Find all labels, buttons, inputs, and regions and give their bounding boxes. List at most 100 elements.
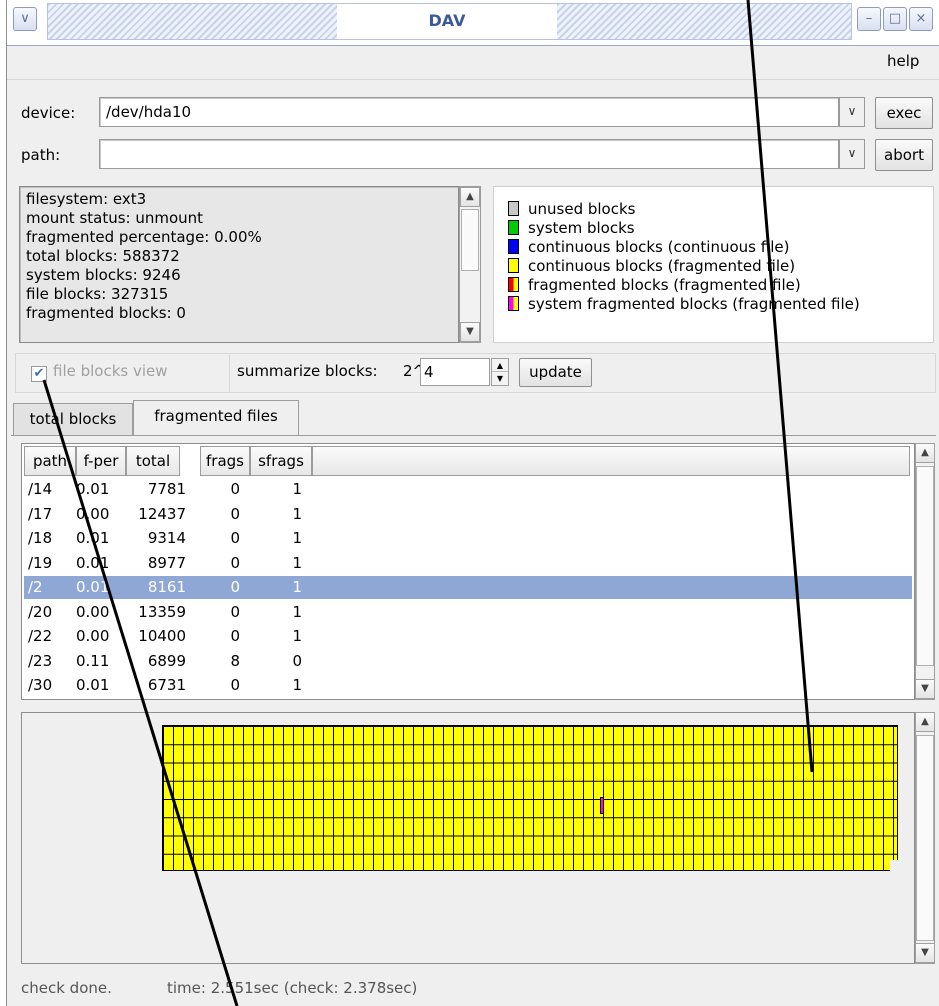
chevron-down-icon: ∨	[847, 146, 857, 160]
table-cell-fper: 0.01	[76, 578, 110, 596]
exec-button[interactable]: exec	[875, 97, 933, 129]
table-row[interactable]: /20 0.00 13359 0 1	[24, 601, 912, 624]
table-cell-path: /14	[28, 480, 53, 498]
maximize-button[interactable]: □	[883, 7, 907, 31]
table-cell-fper: 0.01	[76, 553, 110, 572]
file-blocks-view-checkbox[interactable]: ✔	[31, 366, 47, 382]
table-cell-total: 6899	[147, 651, 186, 670]
legend-label: fragmented blocks (fragmented file)	[528, 276, 801, 294]
table-row[interactable]: /30 0.01 6731 0 1	[24, 674, 912, 697]
column-f-per[interactable]: f-per	[76, 446, 126, 476]
abort-button[interactable]: abort	[875, 139, 933, 171]
path-label: path:	[21, 146, 61, 164]
summarize-spinbox[interactable]: 4	[420, 358, 490, 386]
scroll-up-icon[interactable]: ▲	[915, 712, 935, 732]
info-fragmented-percentage: fragmented percentage: 0.00%	[26, 228, 262, 246]
table-cell-sfrags: 0	[292, 651, 302, 670]
path-dropdown-button[interactable]: ∨	[839, 139, 865, 169]
legend-label: continuous blocks (fragmented file)	[528, 257, 796, 275]
legend-panel: unused blocks system blocks continuous b…	[493, 186, 934, 343]
block-map-panel[interactable]	[21, 712, 915, 964]
tab-fragmented-files[interactable]: fragmented files	[133, 400, 299, 435]
table-cell-total: 8161	[147, 578, 186, 596]
scroll-thumb[interactable]	[916, 466, 934, 666]
menu-help[interactable]: help	[887, 52, 919, 70]
map-scrollbar[interactable]: ▲ ▼	[915, 712, 935, 964]
scroll-thumb[interactable]	[461, 209, 479, 271]
legend-continuous-continuous: continuous blocks (continuous file)	[508, 238, 789, 257]
table-cell-path: /19	[28, 553, 53, 572]
table-row[interactable]: /23 0.11 6899 8 0	[24, 650, 912, 673]
table-cell-total: 8977	[147, 553, 186, 572]
table-cell-sfrags: 1	[292, 676, 302, 694]
block-grid-end	[890, 860, 899, 872]
device-dropdown-button[interactable]: ∨	[839, 97, 865, 127]
column-sfrags[interactable]: sfrags	[250, 446, 312, 476]
table-cell-sfrags: 1	[292, 602, 302, 621]
minimize-icon: –	[865, 11, 873, 26]
table-row[interactable]: /14 0.01 7781 0 1	[24, 478, 912, 501]
tab-total-blocks[interactable]: total blocks	[13, 403, 133, 435]
table-cell-frags: 0	[230, 553, 240, 572]
legend-label: unused blocks	[528, 200, 636, 218]
application-window: ∨ DAV – □ × help device: /dev/hda10 ∨ ex…	[6, 0, 939, 1006]
status-bar: check done. time: 2.551sec (check: 2.378…	[7, 970, 939, 1006]
column-path[interactable]: path	[24, 446, 76, 476]
column-frags[interactable]: frags	[200, 446, 250, 476]
table-cell-frags: 0	[230, 480, 240, 498]
menu-bar	[7, 46, 939, 80]
table-scrollbar[interactable]: ▲ ▼	[915, 443, 935, 700]
table-cell-sfrags: 1	[292, 578, 302, 596]
table-row[interactable]: /17 0.00 12437 0 1	[24, 503, 912, 526]
scroll-down-icon[interactable]: ▼	[915, 679, 935, 699]
table-cell-fper: 0.00	[76, 504, 110, 523]
update-button[interactable]: update	[519, 358, 592, 387]
swatch-system-fragmented	[508, 296, 519, 311]
scroll-up-icon[interactable]: ▲	[915, 443, 935, 463]
swatch-system	[508, 220, 519, 235]
table-cell-total: 6731	[147, 676, 186, 694]
minimize-button[interactable]: –	[857, 7, 881, 31]
table-cell-sfrags: 1	[292, 504, 302, 523]
fragmented-files-table[interactable]: path f-per total frags sfrags /14 0.01 778…	[21, 443, 915, 700]
step-up-icon[interactable]: ▲	[492, 359, 508, 372]
table-cell-frags: 0	[230, 529, 240, 547]
close-icon: ×	[915, 11, 927, 26]
swatch-continuous-file	[508, 239, 519, 254]
scroll-thumb[interactable]	[916, 735, 934, 941]
table-cell-total: 9314	[147, 529, 186, 547]
window-title: DAV	[428, 11, 466, 30]
table-cell-sfrags: 1	[292, 553, 302, 572]
table-row[interactable]: /22 0.00 10400 0 1	[24, 625, 912, 648]
close-button[interactable]: ×	[909, 7, 933, 31]
window-menu-button[interactable]: ∨	[13, 7, 37, 31]
tab-divider	[11, 435, 936, 436]
table-row[interactable]: /19 0.01 8977 0 1	[24, 552, 912, 575]
table-cell-frags: 8	[230, 651, 240, 670]
column-filler	[312, 446, 910, 476]
title-bar[interactable]: ∨ DAV – □ ×	[7, 0, 939, 46]
table-cell-fper: 0.01	[76, 676, 110, 694]
checkmark-icon: ✔	[33, 366, 45, 381]
filesystem-info-text[interactable]: filesystem: ext3 mount status: unmount f…	[19, 186, 459, 343]
column-total[interactable]: total	[126, 446, 180, 476]
scroll-down-icon[interactable]: ▼	[915, 943, 935, 963]
legend-unused: unused blocks	[508, 200, 635, 219]
scroll-up-icon[interactable]: ▲	[460, 187, 480, 207]
table-cell-frags: 0	[230, 504, 240, 523]
scroll-down-icon[interactable]: ▼	[460, 322, 480, 342]
step-down-icon[interactable]: ▼	[492, 372, 508, 385]
summarize-stepper[interactable]: ▲ ▼	[491, 358, 509, 386]
device-value: /dev/hda10	[106, 103, 192, 121]
table-cell-path: /17	[28, 504, 53, 523]
info-system-blocks: system blocks: 9246	[26, 266, 181, 284]
table-row[interactable]: /2 0.01 8161 0 1	[24, 576, 912, 599]
table-cell-frags: 0	[230, 676, 240, 694]
table-row[interactable]: /18 0.01 9314 0 1	[24, 527, 912, 550]
device-combo[interactable]: /dev/hda10	[99, 97, 839, 127]
table-cell-fper: 0.00	[76, 602, 110, 621]
info-scrollbar[interactable]: ▲ ▼	[459, 186, 481, 343]
path-combo[interactable]	[99, 139, 839, 169]
table-cell-sfrags: 1	[292, 480, 302, 498]
file-blocks-view-label: file blocks view	[53, 362, 168, 380]
